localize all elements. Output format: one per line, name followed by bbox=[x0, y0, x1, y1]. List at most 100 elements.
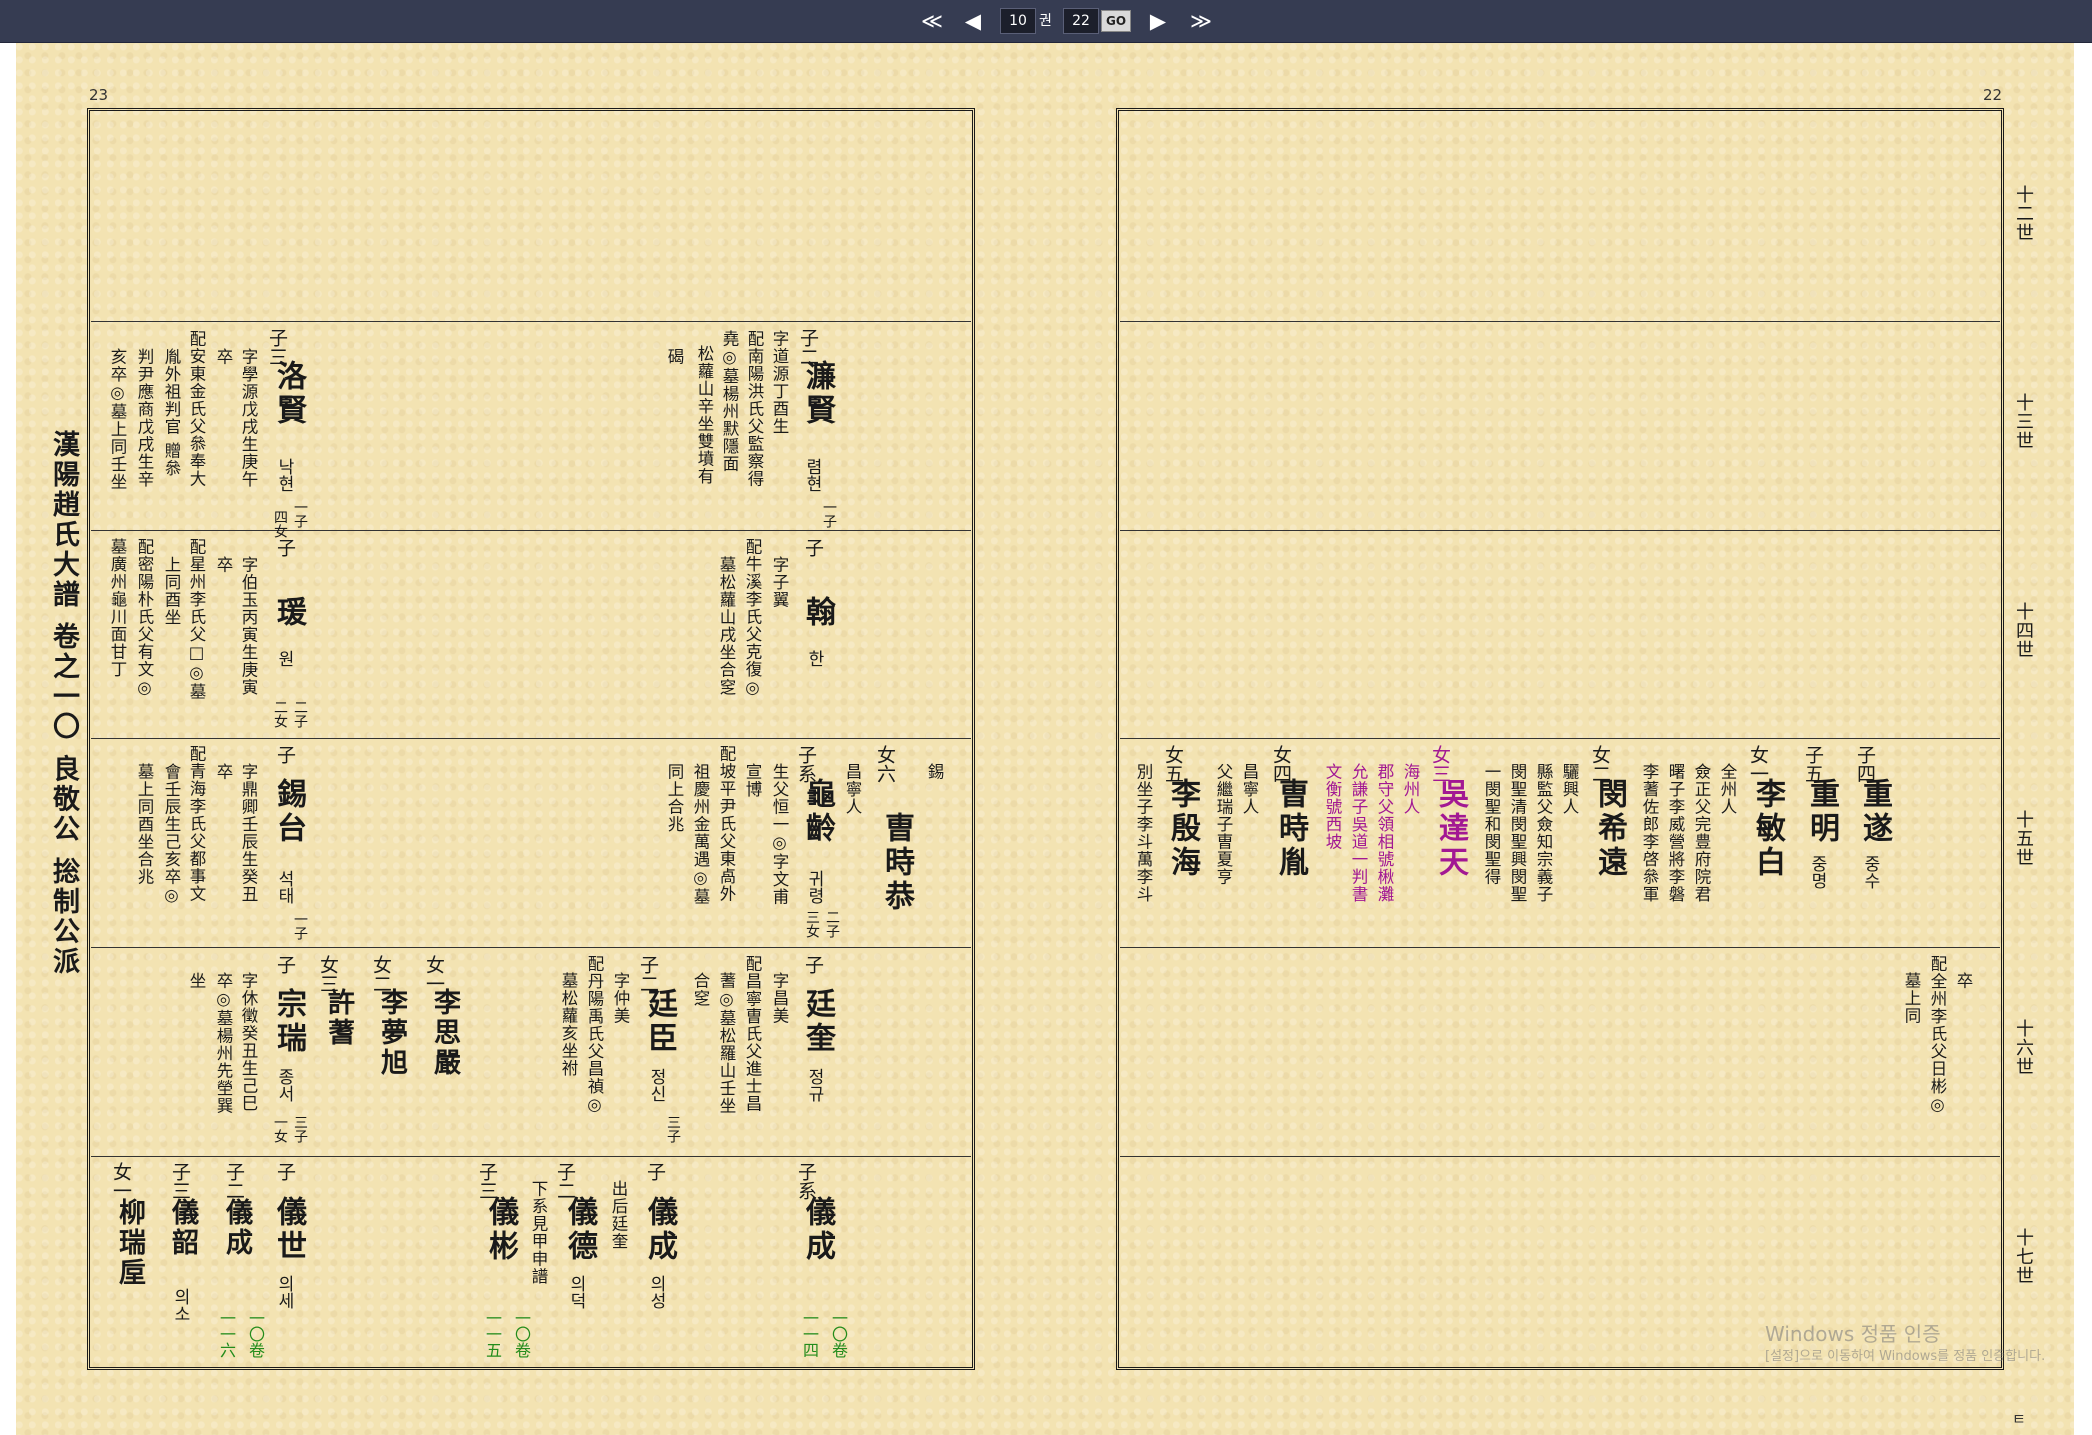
detail-line: 墓松蘿山戌坐合窆 bbox=[717, 556, 736, 696]
detail-line: 父繼瑞子曺夏亨 bbox=[1214, 763, 1233, 886]
person-name: 重遂 bbox=[1857, 778, 1892, 846]
volume-reference: 一〇卷 bbox=[829, 1310, 848, 1358]
korean-reading: 원 bbox=[274, 650, 294, 667]
detail-line: 配密陽朴氏父有文◎ bbox=[135, 538, 154, 698]
edge-character: 錫 bbox=[925, 763, 944, 781]
detail-line: 字道源丁酉生 bbox=[770, 330, 789, 435]
children-count: 三女 bbox=[804, 910, 820, 938]
person-name: 曺時胤 bbox=[1273, 778, 1308, 880]
relation-label: 子三 bbox=[476, 1162, 498, 1200]
detail-line: 蓍◎墓松羅山壬坐 bbox=[717, 972, 736, 1115]
detail-line: 卒 bbox=[1954, 972, 1973, 990]
volume-reference: 一〇卷 bbox=[512, 1310, 531, 1358]
volume-reference: 一〇卷 bbox=[246, 1310, 265, 1358]
person-name: 儀成 bbox=[800, 1196, 835, 1264]
person-name: 重明 bbox=[1804, 778, 1839, 846]
person-name: 濂賢 bbox=[800, 360, 835, 428]
last-page-icon[interactable]: ≫ bbox=[1184, 8, 1218, 34]
detail-line: 配全州李氏父日彬◎ bbox=[1928, 955, 1947, 1115]
detail-line: 郡守父領相號楸灘 bbox=[1375, 763, 1394, 903]
left-page-number: 23 bbox=[89, 86, 109, 104]
row-divider bbox=[91, 530, 971, 531]
detail-line: 字伯玉丙寅生庚寅 bbox=[239, 556, 258, 696]
person-name: 洛賢 bbox=[271, 360, 306, 428]
detail-line: 配丹陽禹氏父昌禎◎ bbox=[585, 955, 604, 1115]
activation-watermark: Windows 정품 인증 bbox=[1765, 1322, 1941, 1346]
korean-reading: 석태 bbox=[274, 870, 294, 904]
relation-label: 子 bbox=[274, 745, 296, 764]
generation-label: 十四世 bbox=[2013, 602, 2034, 659]
detail-line: 墓上同酉坐合兆 bbox=[135, 763, 154, 886]
children-count: 四女 bbox=[272, 510, 288, 538]
detail-line: 合窆 bbox=[691, 972, 710, 1007]
detail-line: 配青海李氏父都事文 bbox=[187, 745, 206, 903]
children-count: 二女 bbox=[272, 700, 288, 728]
detail-line: 全州人 bbox=[1718, 763, 1737, 816]
go-button[interactable]: GO bbox=[1101, 10, 1131, 32]
relation-label: 子 bbox=[802, 538, 824, 557]
korean-reading: 낙현 bbox=[274, 458, 294, 492]
detail-line: 生父恒一◎字文甫 bbox=[770, 763, 789, 906]
row-divider bbox=[91, 1156, 971, 1157]
generation-label: 十三世 bbox=[2013, 393, 2034, 450]
person-name: 儀成 bbox=[221, 1198, 252, 1258]
row-divider bbox=[91, 947, 971, 948]
detail-line: 允謙子吳道一判書 bbox=[1349, 763, 1368, 903]
detail-line: 字學源戊戌生庚午 bbox=[239, 348, 258, 488]
person-name: 閔希遠 bbox=[1592, 778, 1627, 880]
relation-label: 女六 bbox=[874, 745, 896, 783]
generation-label: 十七世 bbox=[2013, 1228, 2034, 1285]
detail-line: 碣 bbox=[665, 348, 684, 366]
navigation-bar: ≪ ◀ 권 GO ▶ ≫ bbox=[0, 0, 2092, 43]
detail-line: 宣博 bbox=[743, 763, 762, 798]
row-divider bbox=[91, 738, 971, 739]
detail-line: 配星州李氏父□◎墓 bbox=[187, 538, 206, 701]
korean-reading: 의성 bbox=[646, 1275, 666, 1309]
detail-line: 判尹應商戊戌生辛 bbox=[135, 348, 154, 488]
children-count: 三子 bbox=[665, 1115, 681, 1143]
right-page-frame bbox=[1116, 108, 2004, 1370]
children-count: 一子 bbox=[292, 912, 308, 940]
detail-line: 驪興人 bbox=[1560, 763, 1579, 816]
detail-line: 卒 bbox=[214, 348, 233, 366]
next-page-icon[interactable]: ▶ bbox=[1143, 8, 1173, 34]
person-name: 李夢旭 bbox=[376, 988, 407, 1078]
relation-label: 子 bbox=[644, 1162, 666, 1181]
person-name: 李敏白 bbox=[1750, 778, 1785, 880]
detail-line: 字鼎卿壬辰生癸丑 bbox=[239, 763, 258, 903]
generation-label: 十二世 bbox=[2013, 185, 2034, 242]
person-name: 宗瑞 bbox=[271, 988, 306, 1056]
detail-line: 縣監父僉知宗義子 bbox=[1534, 763, 1553, 903]
detail-line: 閔聖清閔聖興閔聖 bbox=[1508, 763, 1527, 903]
page-input[interactable] bbox=[1063, 8, 1099, 34]
detail-line: 配南陽洪氏父監察得 bbox=[745, 330, 764, 488]
detail-line: 卒 bbox=[214, 763, 233, 781]
children-count: 三子 bbox=[292, 1115, 308, 1143]
detail-line: 曙子李威營將李磐 bbox=[1666, 763, 1685, 903]
children-count: 二子 bbox=[824, 910, 840, 938]
relation-label: 子 bbox=[274, 955, 296, 974]
person-name: 翰 bbox=[800, 596, 835, 630]
detail-line: 字休徵癸丑生己巳 bbox=[239, 972, 258, 1112]
detail-line: 字仲美 bbox=[611, 972, 630, 1025]
person-name: 瑗 bbox=[271, 596, 306, 630]
row-divider bbox=[1120, 321, 2000, 322]
korean-reading: 종서 bbox=[274, 1068, 294, 1102]
volume-input[interactable] bbox=[1000, 8, 1036, 34]
detail-line: 別坐子李斗萬李斗 bbox=[1134, 763, 1153, 903]
volume-reference: 一一六 bbox=[217, 1310, 236, 1358]
detail-line: 字昌美 bbox=[770, 972, 789, 1025]
first-page-icon[interactable]: ≪ bbox=[915, 8, 949, 34]
detail-line: 海州人 bbox=[1401, 763, 1420, 816]
activation-watermark: [설정]으로 이동하여 Windows를 정품 인증합니다. bbox=[1765, 1349, 2046, 1364]
relation-label: 子二 bbox=[223, 1162, 245, 1200]
detail-line: 會壬辰生己亥卒◎ bbox=[162, 763, 181, 906]
detail-line: 同上合兆 bbox=[665, 763, 684, 833]
detail-line: 配坡平尹氏父東卨外 bbox=[717, 745, 736, 903]
person-name: 許蓍 bbox=[323, 988, 354, 1048]
detail-line: 一閔聖和閔聖得 bbox=[1482, 763, 1501, 886]
detail-line: 字子翼 bbox=[770, 556, 789, 609]
row-divider bbox=[1120, 530, 2000, 531]
detail-line: 胤外祖判官 贈叅 bbox=[162, 348, 181, 477]
previous-page-icon[interactable]: ◀ bbox=[958, 8, 988, 34]
